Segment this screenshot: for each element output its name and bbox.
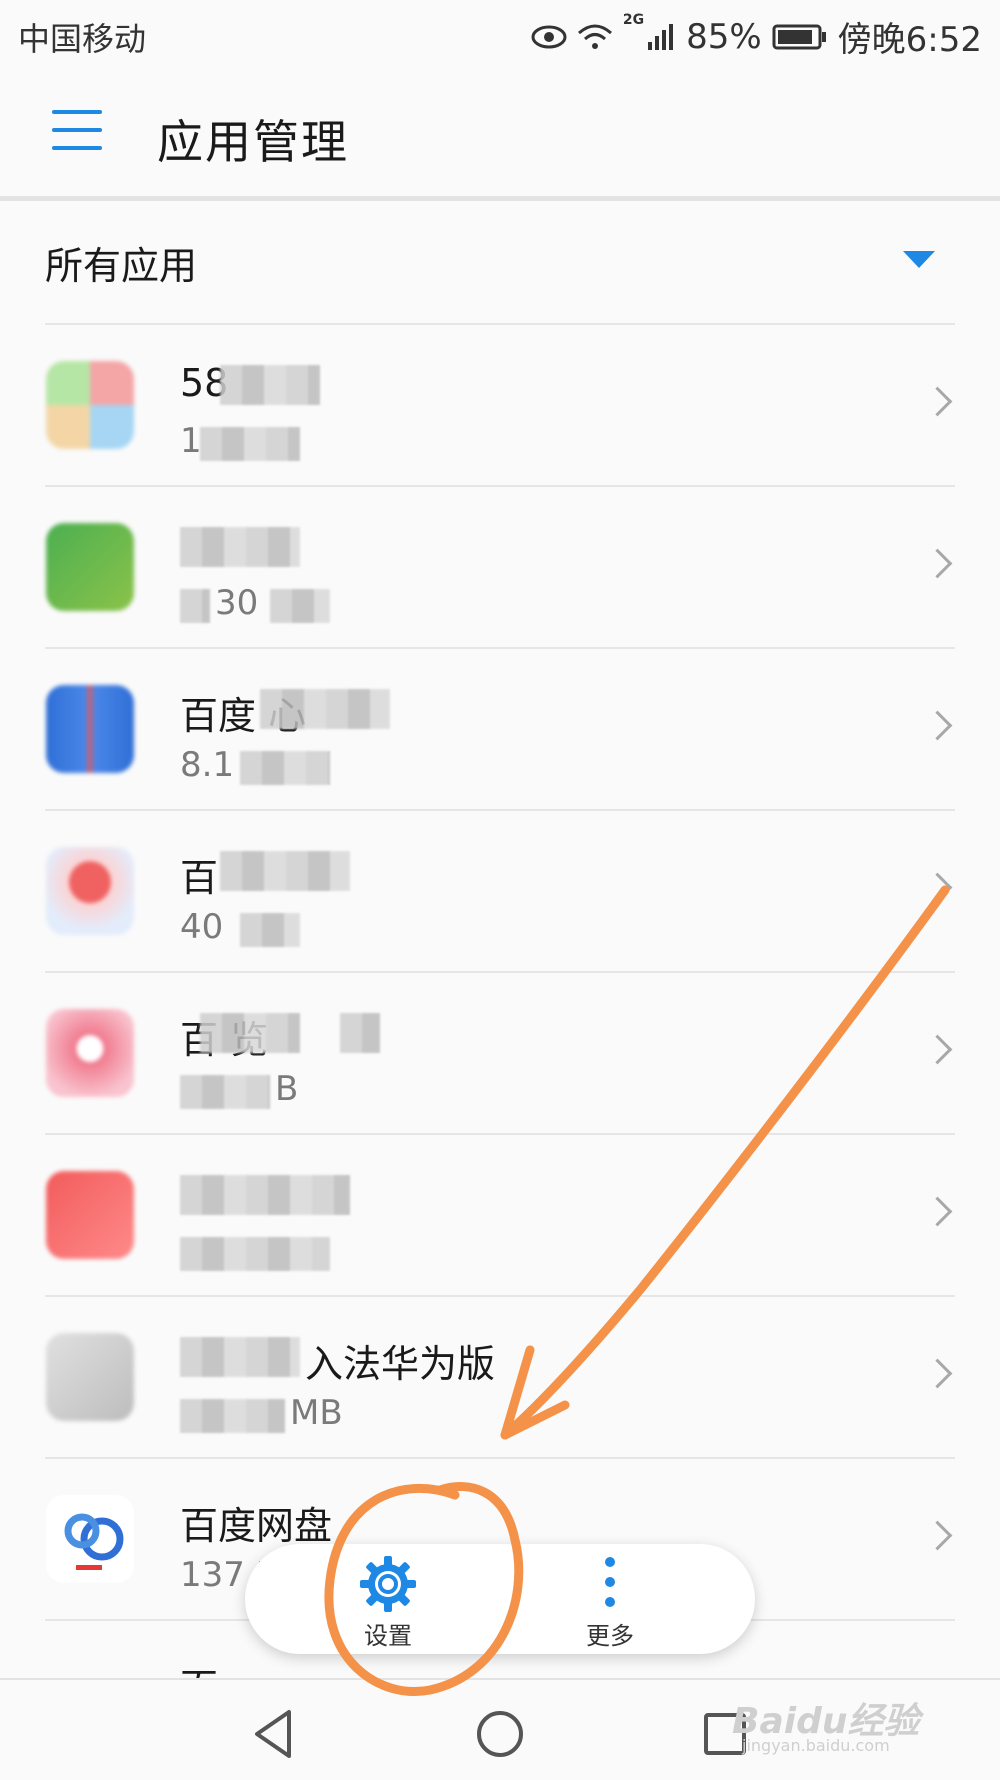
pixelated-text [270, 589, 330, 623]
pixelated-text [180, 1075, 270, 1109]
app-size: MB [290, 1393, 343, 1433]
baidu-netdisk-icon [64, 1513, 124, 1570]
app-list-item[interactable] [0, 1135, 1000, 1297]
app-size: B [275, 1069, 299, 1109]
pixelated-text [180, 1399, 285, 1433]
pixelated-text [240, 913, 300, 947]
app-icon [46, 1495, 134, 1583]
app-icon [46, 685, 134, 773]
pixelated-text [180, 527, 300, 567]
app-icon [46, 1333, 134, 1421]
settings-label: 设置 [364, 1622, 412, 1650]
chevron-right-icon [922, 1358, 953, 1389]
app-name: 百 [180, 856, 219, 900]
chevron-right-icon [922, 1520, 953, 1551]
battery-percent: 85% [686, 16, 762, 57]
menu-icon[interactable] [52, 110, 102, 150]
app-icon [46, 847, 134, 935]
baidu-watermark: Baidu经验 jingyan.baidu.com [732, 1688, 942, 1758]
status-icons: 2G 85% 傍晚6:52 [531, 12, 982, 61]
app-list-item[interactable]: 入法华为版 MB [0, 1297, 1000, 1459]
app-list-item[interactable]: 58 1 [0, 325, 1000, 487]
app-size: 1 [180, 421, 202, 461]
more-vertical-icon [605, 1557, 615, 1607]
pixelated-text [260, 689, 390, 729]
battery-icon [772, 24, 826, 49]
app-icon [46, 1009, 134, 1097]
app-list: 58 1 30 百度 心 8.1 百 40 百 览 B [0, 325, 1000, 1710]
app-name: 入法华为版 [305, 1342, 496, 1386]
app-icon [46, 361, 134, 449]
chevron-right-icon [922, 386, 953, 417]
signal-icon [648, 23, 674, 50]
dropdown-caret-icon [903, 251, 935, 268]
chevron-right-icon [922, 710, 953, 741]
settings-button[interactable]: 设置 [313, 1554, 463, 1650]
carrier-name: 中国移动 [18, 20, 147, 58]
pixelated-text [200, 427, 300, 461]
chevron-right-icon [922, 872, 953, 903]
app-list-item[interactable]: 百度 心 8.1 [0, 649, 1000, 811]
more-button[interactable]: 更多 [535, 1554, 685, 1650]
app-size: 30 [215, 583, 259, 623]
wifi-icon [577, 24, 612, 49]
app-filter-dropdown[interactable]: 所有应用 [45, 205, 955, 325]
chevron-right-icon [922, 1034, 953, 1065]
pixelated-text [220, 365, 320, 405]
app-list-item[interactable]: 30 [0, 487, 1000, 649]
app-size: 8.1 [180, 745, 235, 785]
gear-icon [360, 1556, 416, 1612]
page-title: 应用管理 [157, 115, 349, 169]
network-type: 2G [622, 12, 645, 28]
more-label: 更多 [586, 1622, 634, 1650]
bottom-action-bar: 设置 更多 [245, 1544, 755, 1654]
chevron-right-icon [922, 1196, 953, 1227]
pixelated-text [200, 1013, 300, 1053]
app-list-item[interactable]: 百 40 [0, 811, 1000, 973]
pixelated-text [180, 589, 210, 623]
pixelated-text [180, 1337, 300, 1377]
clock: 傍晚6:52 [837, 20, 982, 60]
filter-label: 所有应用 [45, 244, 198, 288]
chevron-right-icon [922, 548, 953, 579]
watermark-url: jingyan.baidu.com [742, 1736, 890, 1755]
eye-icon [531, 25, 567, 48]
pixelated-text [220, 851, 350, 891]
app-name: 百度网盘 [180, 1504, 333, 1548]
app-icon [46, 523, 134, 611]
app-header: 应用管理 [0, 70, 1000, 201]
app-list-item[interactable]: 百 览 B [0, 973, 1000, 1135]
home-icon[interactable] [470, 1704, 530, 1764]
pixelated-text [180, 1237, 330, 1271]
app-icon [46, 1171, 134, 1259]
pixelated-text [240, 751, 330, 785]
pixelated-text [340, 1013, 380, 1053]
status-bar: 中国移动 2G 85% 傍晚6:52 [0, 0, 1000, 70]
pixelated-text [180, 1175, 350, 1215]
back-icon[interactable] [245, 1704, 305, 1764]
app-size: 40 [180, 907, 224, 947]
